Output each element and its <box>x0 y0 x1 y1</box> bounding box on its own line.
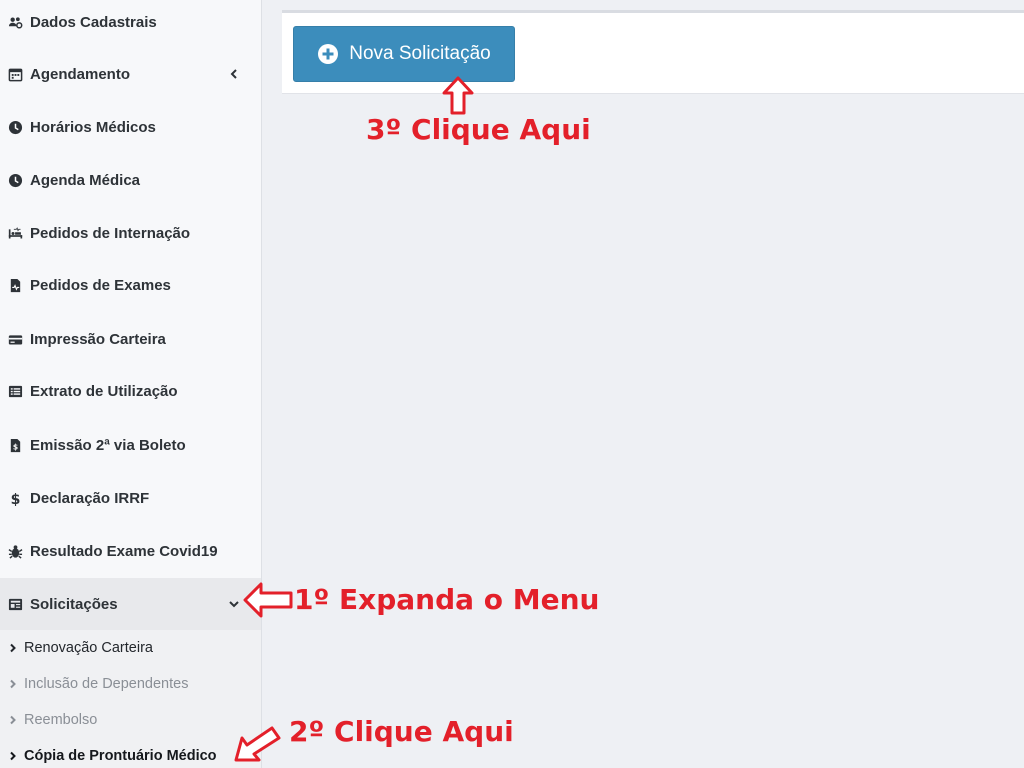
new-request-button[interactable]: Nova Solicitação <box>293 26 515 82</box>
sidebar-item-label: Impressão Carteira <box>30 330 166 348</box>
chevron-right-icon <box>8 715 19 726</box>
chevron-down-icon[interactable] <box>228 598 240 610</box>
sidebar-item-label: Agenda Médica <box>30 171 141 189</box>
sidebar-item-label: Dados Cadastrais <box>30 13 157 31</box>
credit-card-icon <box>6 330 24 348</box>
annotation-step3: 3º Clique Aqui <box>366 113 591 146</box>
annotation-step2: 2º Clique Aqui <box>289 715 514 748</box>
sidebar-item-solicitacoes[interactable]: Solicitações <box>0 578 261 630</box>
annotation-arrow-left <box>243 582 293 618</box>
sidebar-item-label: Pedidos de Exames <box>30 276 171 294</box>
virus-bug-icon <box>6 542 24 560</box>
submenu-item-inclusao-dependentes[interactable]: Inclusão de Dependentes <box>0 666 261 702</box>
chevron-right-icon <box>8 679 19 690</box>
sidebar-item-label: Pedidos de Internação <box>30 224 191 242</box>
users-cog-icon <box>6 13 24 31</box>
svg-text:$: $ <box>12 442 17 451</box>
new-request-label: Nova Solicitação <box>349 43 491 64</box>
chevron-right-icon <box>8 643 19 654</box>
sidebar-item-label: Extrato de Utilização <box>30 382 178 400</box>
sidebar: Dados Cadastrais Agendamento Horários Mé… <box>0 0 262 768</box>
submenu-item-label: Reembolso <box>24 712 98 728</box>
sidebar-item-pedidos-internacao[interactable]: Pedidos de Internação <box>0 207 261 259</box>
submenu-item-label: Cópia de Prontuário Médico <box>24 748 217 764</box>
clock-icon <box>6 171 24 189</box>
clock-icon <box>6 118 24 136</box>
chevron-right-icon <box>8 751 19 762</box>
dollar-sign-icon: $ <box>6 489 24 507</box>
file-medical-icon <box>6 276 24 294</box>
procedures-bed-icon <box>6 224 24 242</box>
sidebar-item-pedidos-exames[interactable]: Pedidos de Exames <box>0 259 261 311</box>
sidebar-item-dados-cadastrais[interactable]: Dados Cadastrais <box>0 0 261 48</box>
list-alt-icon <box>6 382 24 400</box>
plus-circle-icon <box>318 44 339 64</box>
sidebar-item-resultado-covid19[interactable]: Resultado Exame Covid19 <box>0 525 261 577</box>
submenu-item-reembolso[interactable]: Reembolso <box>0 702 261 738</box>
calendar-icon <box>6 65 24 83</box>
sidebar-item-label: Horários Médicos <box>30 118 156 136</box>
sidebar-item-label: Resultado Exame Covid19 <box>30 542 218 560</box>
sidebar-item-declaracao-irrf[interactable]: $ Declaração IRRF <box>0 472 261 524</box>
sidebar-item-extrato-utilizacao[interactable]: Extrato de Utilização <box>0 365 261 417</box>
submenu-item-copia-prontuario[interactable]: Cópia de Prontuário Médico <box>0 738 261 768</box>
sidebar-item-horarios-medicos[interactable]: Horários Médicos <box>0 101 261 153</box>
svg-text:$: $ <box>10 492 20 506</box>
sidebar-item-emissao-boleto[interactable]: $ Emissão 2ª via Boleto <box>0 419 261 471</box>
chevron-left-icon[interactable] <box>228 68 240 80</box>
sidebar-item-label: Declaração IRRF <box>30 489 150 507</box>
sidebar-item-label: Solicitações <box>30 595 118 613</box>
sidebar-item-agenda-medica[interactable]: Agenda Médica <box>0 154 261 206</box>
annotation-arrow-up <box>442 76 474 115</box>
sidebar-item-label: Emissão 2ª via Boleto <box>30 436 186 454</box>
file-invoice-dollar-icon: $ <box>6 436 24 454</box>
submenu-item-label: Inclusão de Dependentes <box>24 676 189 692</box>
submenu-item-renovacao-carteira[interactable]: Renovação Carteira <box>0 630 261 666</box>
sidebar-item-impressao-carteira[interactable]: Impressão Carteira <box>0 313 261 365</box>
sidebar-item-label: Agendamento <box>30 65 131 83</box>
sidebar-item-agendamento[interactable]: Agendamento <box>0 48 261 100</box>
submenu-item-label: Renovação Carteira <box>24 640 153 656</box>
newspaper-icon <box>6 595 24 613</box>
annotation-arrow-down-left <box>234 726 281 762</box>
annotation-step1: 1º Expanda o Menu <box>294 583 600 616</box>
